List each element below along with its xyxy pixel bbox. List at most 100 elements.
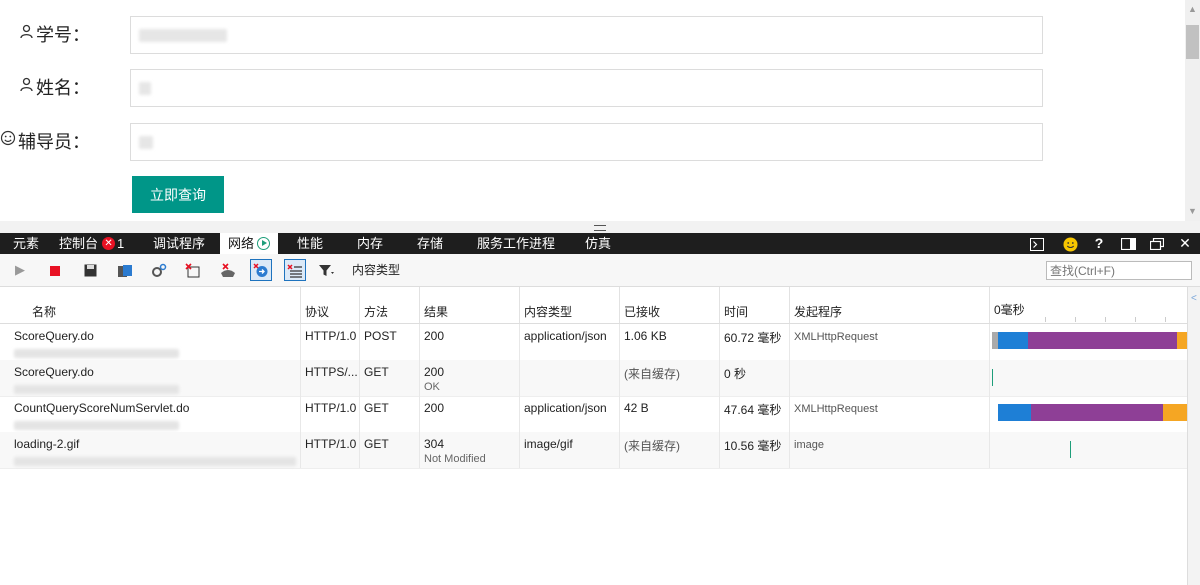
chevron-left-icon[interactable]: < bbox=[1191, 293, 1197, 304]
row-content-type: application/json bbox=[520, 324, 620, 360]
filter-icon[interactable] bbox=[319, 259, 335, 281]
always-refresh-icon[interactable] bbox=[250, 259, 272, 281]
help-icon[interactable]: ? bbox=[1089, 233, 1109, 254]
table-row[interactable]: ScoreQuery.do HTTPS/... GET 200 OK (来自缓存)… bbox=[0, 360, 1187, 397]
query-button[interactable]: 立即查询 bbox=[132, 176, 224, 213]
tab-performance[interactable]: 性能 bbox=[297, 233, 323, 254]
scroll-up-icon[interactable]: ▲ bbox=[1188, 4, 1197, 14]
terminal-icon[interactable] bbox=[1027, 233, 1047, 254]
tab-storage[interactable]: 存储 bbox=[417, 233, 443, 254]
import-icon[interactable] bbox=[114, 259, 136, 281]
timing-bar-receive bbox=[1031, 404, 1163, 421]
tab-debugger[interactable]: 调试程序 bbox=[153, 233, 205, 254]
devtools-scrollbar[interactable]: < bbox=[1187, 287, 1200, 585]
devtools-splitter[interactable] bbox=[0, 221, 1200, 233]
scroll-down-icon[interactable]: ▼ bbox=[1188, 206, 1197, 216]
student-id-input[interactable] bbox=[130, 16, 1043, 54]
user-icon bbox=[19, 16, 34, 54]
scroll-thumb[interactable] bbox=[1186, 25, 1199, 59]
col-content-type[interactable]: 内容类型 bbox=[520, 287, 620, 323]
col-time[interactable]: 时间 bbox=[720, 287, 790, 323]
row-initiator[interactable]: XMLHttpRequest bbox=[790, 324, 990, 360]
timing-bar-wait bbox=[998, 404, 1031, 421]
row-method: GET bbox=[360, 396, 420, 432]
dock-icon[interactable] bbox=[1118, 233, 1138, 254]
timing-bar-wait bbox=[998, 332, 1028, 349]
tab-network[interactable]: 网络 bbox=[220, 233, 279, 254]
grid-header: 名称 协议 方法 结果 内容类型 已接收 时间 发起程序 0毫秒 bbox=[0, 287, 1187, 324]
counselor-input[interactable] bbox=[130, 123, 1043, 161]
name-label-wrap: 姓名： bbox=[19, 69, 90, 107]
col-result[interactable]: 结果 bbox=[420, 287, 520, 323]
tab-network-label: 网络 bbox=[228, 236, 255, 251]
row-time: 10.56 毫秒 bbox=[720, 432, 790, 468]
row-result-text: OK bbox=[424, 381, 440, 393]
counselor-label: 辅导员： bbox=[18, 132, 90, 152]
table-row[interactable]: ScoreQuery.do HTTP/1.0 POST 200 applicat… bbox=[0, 324, 1187, 361]
user-icon bbox=[19, 69, 34, 107]
settings-icon[interactable] bbox=[148, 259, 170, 281]
tab-elements[interactable]: 元素 bbox=[13, 233, 39, 254]
row-received: (来自缓存) bbox=[620, 432, 720, 468]
row-received: (来自缓存) bbox=[620, 360, 720, 396]
row-result: 200 OK bbox=[420, 360, 520, 396]
row-protocol: HTTP/1.0 bbox=[301, 432, 360, 468]
redacted-url bbox=[14, 349, 179, 358]
timing-bar-tail bbox=[1163, 404, 1187, 421]
row-received: 42 B bbox=[620, 396, 720, 432]
table-row[interactable]: loading-2.gif HTTP/1.0 GET 304 Not Modifi… bbox=[0, 432, 1187, 469]
clear-icon[interactable] bbox=[182, 259, 204, 281]
query-page: 学号： 姓名： 辅导员： 立即查询 ▲ ▼ bbox=[0, 0, 1200, 221]
row-initiator[interactable]: XMLHttpRequest bbox=[790, 396, 990, 432]
timing-bar-receive bbox=[1028, 332, 1177, 349]
col-timeline[interactable]: 0毫秒 bbox=[990, 287, 1187, 323]
table-row[interactable]: CountQueryScoreNumServlet.do HTTP/1.0 GE… bbox=[0, 396, 1187, 433]
grip-icon[interactable] bbox=[594, 225, 606, 231]
col-initiator[interactable]: 发起程序 bbox=[790, 287, 990, 323]
student-id-label: 学号： bbox=[36, 25, 90, 45]
devtools-tabbar: 元素 控制台 ✕ 1 调试程序 网络 性能 内存 存储 服务工作进程 仿真 ? ✕ bbox=[0, 233, 1200, 254]
tab-console[interactable]: 控制台 ✕ 1 bbox=[59, 233, 124, 254]
col-protocol[interactable]: 协议 bbox=[301, 287, 360, 323]
name-input[interactable] bbox=[130, 69, 1043, 107]
row-result: 200 bbox=[420, 396, 520, 432]
name-row: 姓名： bbox=[0, 69, 1185, 109]
smiley-icon[interactable] bbox=[1060, 233, 1080, 254]
row-result-code: 200 bbox=[424, 329, 445, 343]
redacted-url bbox=[14, 385, 179, 394]
row-content-type: application/json bbox=[520, 396, 620, 432]
col-received[interactable]: 已接收 bbox=[620, 287, 720, 323]
col-method[interactable]: 方法 bbox=[360, 287, 420, 323]
redacted-url bbox=[14, 421, 179, 430]
name-label: 姓名： bbox=[36, 78, 90, 98]
clear-entries-icon[interactable] bbox=[284, 259, 306, 281]
student-id-row: 学号： bbox=[0, 16, 1185, 56]
smiley-icon bbox=[0, 123, 16, 161]
clear-cache-icon[interactable] bbox=[217, 259, 239, 281]
row-content-type bbox=[520, 360, 620, 396]
timeline-tick bbox=[1075, 317, 1076, 322]
redacted-value bbox=[139, 29, 227, 42]
timing-bar-tail bbox=[1177, 332, 1187, 349]
row-method: GET bbox=[360, 432, 420, 468]
tab-service-workers[interactable]: 服务工作进程 bbox=[477, 233, 555, 254]
play-icon[interactable]: ▶ bbox=[9, 259, 31, 281]
tab-memory[interactable]: 内存 bbox=[357, 233, 383, 254]
save-icon[interactable] bbox=[79, 259, 101, 281]
row-result: 304 Not Modified bbox=[420, 432, 520, 468]
col-name[interactable]: 名称 bbox=[0, 287, 301, 323]
row-time: 0 秒 bbox=[720, 360, 790, 396]
row-initiator[interactable]: image bbox=[790, 432, 990, 468]
tab-emulation[interactable]: 仿真 bbox=[585, 233, 611, 254]
filter-content-type[interactable]: 内容类型 bbox=[352, 261, 400, 278]
row-result-code: 304 bbox=[424, 437, 445, 451]
row-method: GET bbox=[360, 360, 420, 396]
close-icon[interactable]: ✕ bbox=[1175, 233, 1195, 254]
undock-icon[interactable] bbox=[1147, 233, 1167, 254]
page-scrollbar[interactable]: ▲ ▼ bbox=[1185, 0, 1200, 221]
tab-console-label: 控制台 bbox=[59, 236, 99, 251]
row-time: 60.72 毫秒 bbox=[720, 324, 790, 360]
find-input[interactable] bbox=[1046, 261, 1192, 280]
stop-record-icon[interactable] bbox=[44, 259, 66, 281]
row-initiator[interactable] bbox=[790, 360, 990, 396]
